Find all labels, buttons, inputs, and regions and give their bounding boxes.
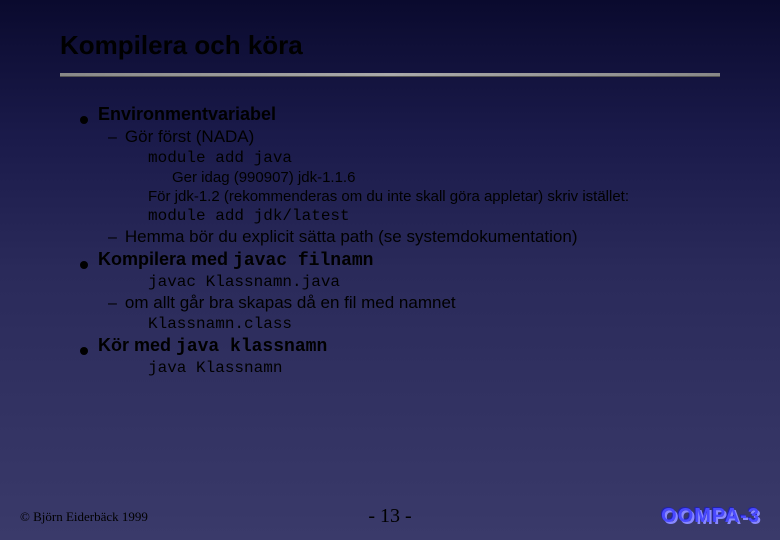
bullet-text: Kör med java klassnamn: [98, 335, 327, 357]
logo: OOMPA-3: [661, 505, 760, 528]
bullet-text: Kompilera med javac filnamn: [98, 249, 373, 271]
bullet-item: Kompilera med javac filnamn: [80, 249, 720, 271]
code-line: javac Klassnamn.java: [80, 273, 720, 291]
slide: Kompilera och köra Environmentvariabel –…: [0, 0, 780, 540]
text-part: Kompilera med: [98, 249, 233, 269]
page-number: - 13 -: [368, 505, 411, 528]
bullet-icon: [80, 261, 88, 269]
bullet-item: Environmentvariabel: [80, 104, 720, 125]
bullet-item: Kör med java klassnamn: [80, 335, 720, 357]
footer: © Björn Eiderbäck 1999 - 13 - OOMPA-3: [0, 505, 780, 528]
sub-text: Hemma bör du explicit sätta path (se sys…: [125, 227, 578, 247]
sub-text: Gör först (NADA): [125, 127, 254, 147]
dash-icon: –: [108, 229, 117, 247]
text-part: Kör med: [98, 335, 176, 355]
bullet-icon: [80, 116, 88, 124]
code-inline: javac filnamn: [233, 251, 373, 271]
code-line: java Klassnamn: [80, 359, 720, 377]
code-inline: java klassnamn: [176, 337, 327, 357]
code-line: module add java: [80, 149, 720, 167]
bullet-icon: [80, 347, 88, 355]
code-line: module add jdk/latest: [80, 207, 720, 225]
note-text: För jdk-1.2 (rekommenderas om du inte sk…: [80, 188, 720, 205]
dash-icon: –: [108, 129, 117, 147]
sub-item: – Gör först (NADA): [80, 127, 720, 147]
code-line: Klassnamn.class: [80, 315, 720, 333]
dash-icon: –: [108, 295, 117, 313]
sub-item: – Hemma bör du explicit sätta path (se s…: [80, 227, 720, 247]
bullet-text: Environmentvariabel: [98, 104, 276, 125]
slide-title: Kompilera och köra: [60, 30, 720, 61]
note-text: Ger idag (990907) jdk-1.1.6: [80, 169, 720, 186]
content-area: Environmentvariabel – Gör först (NADA) m…: [60, 104, 720, 377]
copyright-text: © Björn Eiderbäck 1999: [20, 509, 148, 525]
sub-item: – om allt går bra skapas då en fil med n…: [80, 293, 720, 313]
divider: [60, 73, 720, 76]
sub-text: om allt går bra skapas då en fil med nam…: [125, 293, 456, 313]
